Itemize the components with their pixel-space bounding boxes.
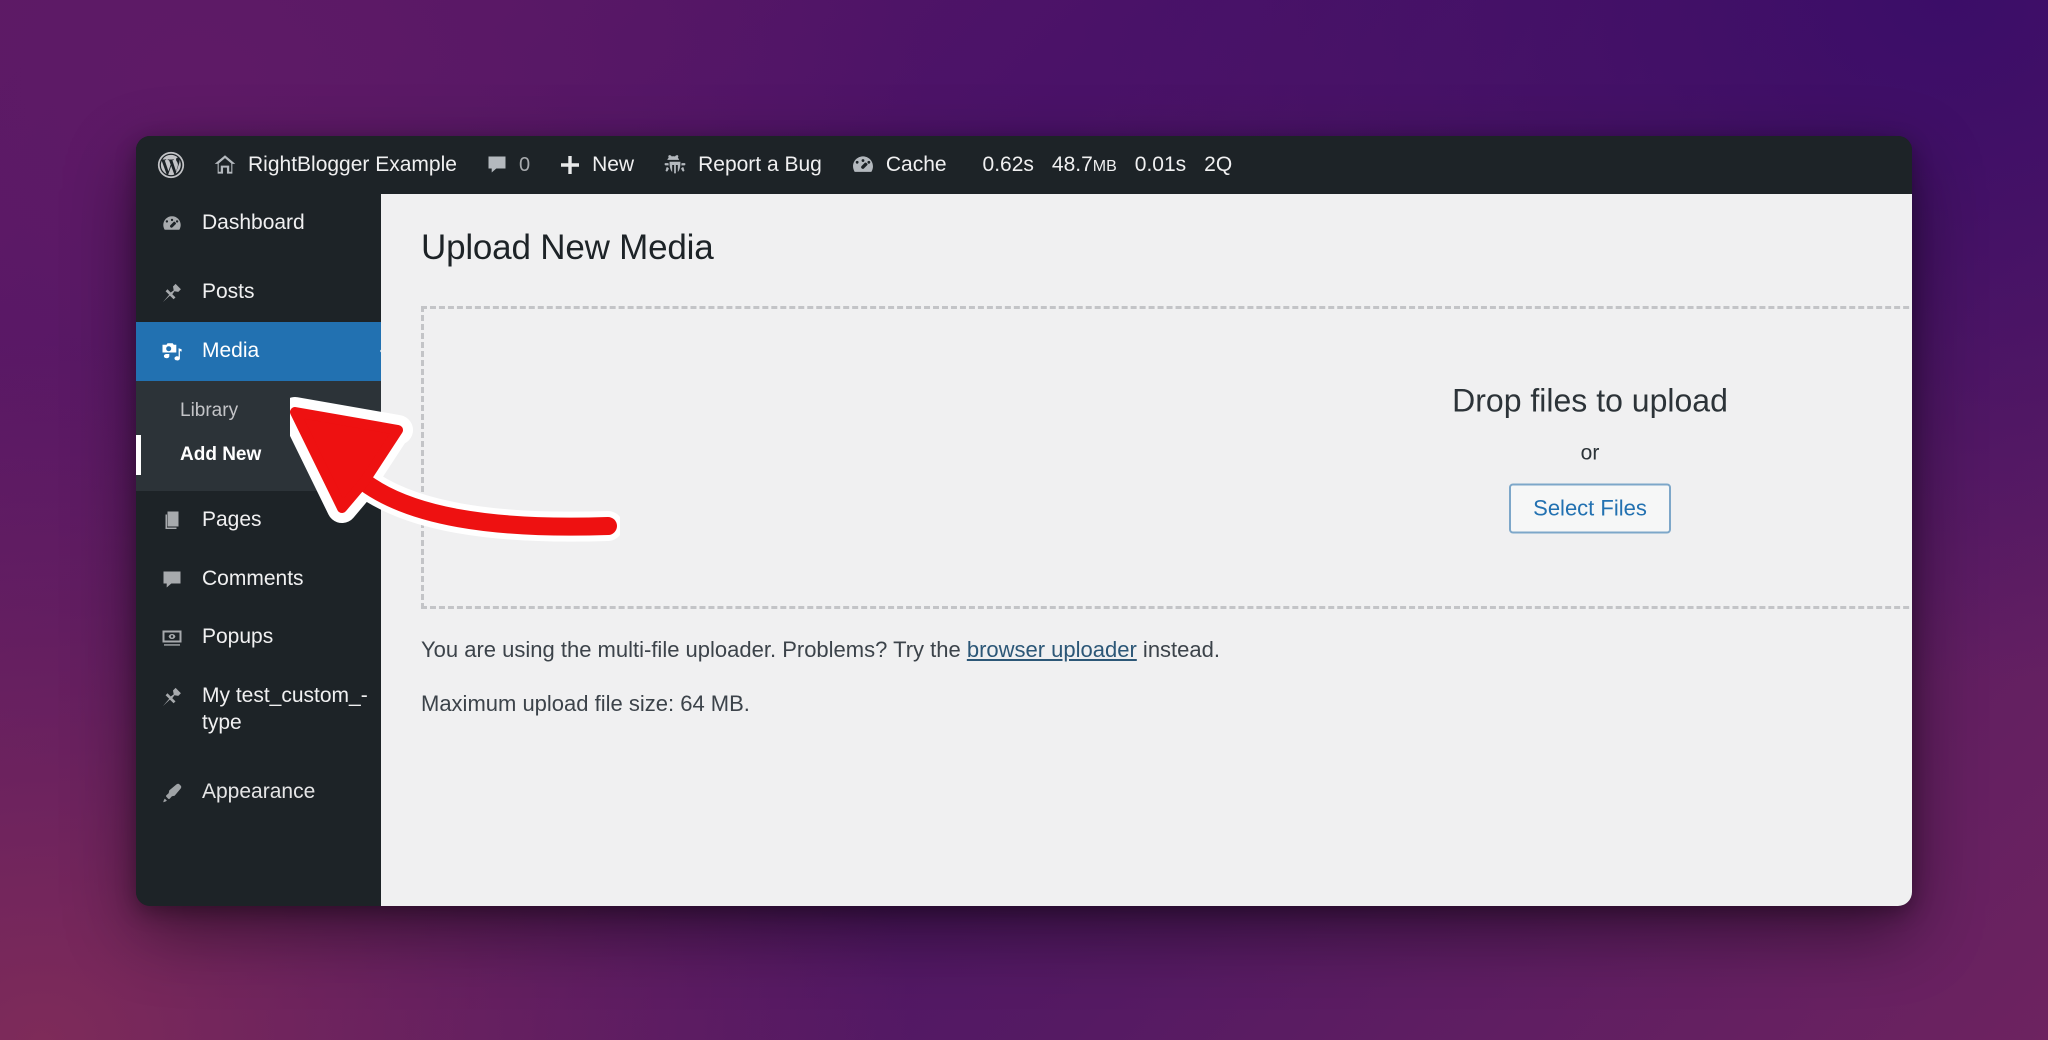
sidebar-item-pages[interactable]: Pages [136,491,381,550]
media-camera-icon [158,338,186,364]
upload-dropzone[interactable]: Drop files to upload or Select Files [421,306,1912,609]
comments-count: 0 [518,153,531,176]
new-content-label: New [592,153,635,176]
bug-icon [662,152,688,178]
query-monitor-stats[interactable]: 0.62s 48.7MB 0.01s 2Q [961,153,1233,177]
pages-icon [158,507,186,533]
new-content-button[interactable]: New [544,136,648,194]
stat-queries: 2Q [1204,153,1233,176]
page-title: Upload New Media [421,228,714,267]
sidebar-item-label: Popups [202,625,274,649]
menu-separator [136,253,381,263]
note-prefix: You are using the multi-file uploader. P… [421,637,967,662]
select-files-button[interactable]: Select Files [1509,483,1671,533]
dropzone-or-label: or [1580,441,1600,464]
pin-icon [158,683,186,709]
sidebar-subitem-library[interactable]: Library [136,389,381,433]
sidebar-item-popups[interactable]: Popups [136,608,381,667]
wordpress-logo-icon [156,150,186,180]
dashboard-gauge-icon [158,210,186,236]
popups-eye-icon [158,624,186,650]
appearance-brush-icon [158,779,186,805]
sidebar-item-appearance[interactable]: Appearance [136,763,381,822]
sidebar-subitem-label: Library [180,399,239,421]
comments-button[interactable]: 0 [471,136,544,194]
cache-label: Cache [885,153,947,176]
stat-page-time: 0.62s [982,153,1034,176]
sidebar-item-label: My test_custom_-type [202,684,368,735]
admin-sidebar-menu: Dashboard Posts Media Library Add New Pa… [136,194,381,906]
stat-db-time: 0.01s [1134,153,1187,176]
media-submenu: Library Add New [136,380,381,491]
sidebar-item-label: Media [202,338,260,362]
wp-admin-bar: RightBlogger Example 0 New Report a Bug … [136,136,1912,194]
sidebar-item-posts[interactable]: Posts [136,263,381,322]
sidebar-item-my-test-custom-type[interactable]: My test_custom_-type [136,667,381,753]
comment-bubble-icon [158,566,186,592]
sidebar-item-label: Comments [202,566,304,590]
pin-icon [158,279,186,305]
browser-window: RightBlogger Example 0 New Report a Bug … [136,136,1912,906]
report-bug-button[interactable]: Report a Bug [648,136,836,194]
browser-uploader-link[interactable]: browser uploader [967,637,1137,662]
sidebar-item-label: Dashboard [202,211,305,234]
dropzone-headline: Drop files to upload [1452,382,1728,418]
note-suffix: instead. [1136,637,1220,662]
sidebar-subitem-label: Add New [180,443,262,465]
sidebar-item-comments[interactable]: Comments [136,550,381,609]
sidebar-item-label: Appearance [202,780,316,803]
max-upload-size-note: Maximum upload file size: 64 MB. [421,691,750,716]
stat-memory: 48.7MB [1051,153,1117,176]
comment-bubble-icon [485,153,509,177]
sidebar-item-label: Posts [202,279,255,303]
gauge-icon [850,152,876,178]
dropzone-inner: Drop files to upload or Select Files [1380,382,1800,533]
site-name-label: RightBlogger Example [248,153,457,176]
sidebar-item-media[interactable]: Media [136,321,381,381]
multifile-uploader-note: You are using the multi-file uploader. P… [421,637,1912,663]
wp-body: Dashboard Posts Media Library Add New Pa… [136,194,1912,906]
sidebar-subitem-add-new[interactable]: Add New [136,433,381,477]
main-content-area: Upload New Media Drop files to upload or… [381,194,1912,906]
report-bug-label: Report a Bug [698,153,822,176]
cache-button[interactable]: Cache [836,136,961,194]
home-icon [212,152,238,178]
menu-separator [136,753,381,763]
sidebar-item-label: Pages [202,507,262,531]
site-name-button[interactable]: RightBlogger Example [198,136,471,194]
sidebar-item-dashboard[interactable]: Dashboard [136,194,381,253]
wordpress-logo-button[interactable] [142,136,198,194]
plus-icon [558,153,582,177]
